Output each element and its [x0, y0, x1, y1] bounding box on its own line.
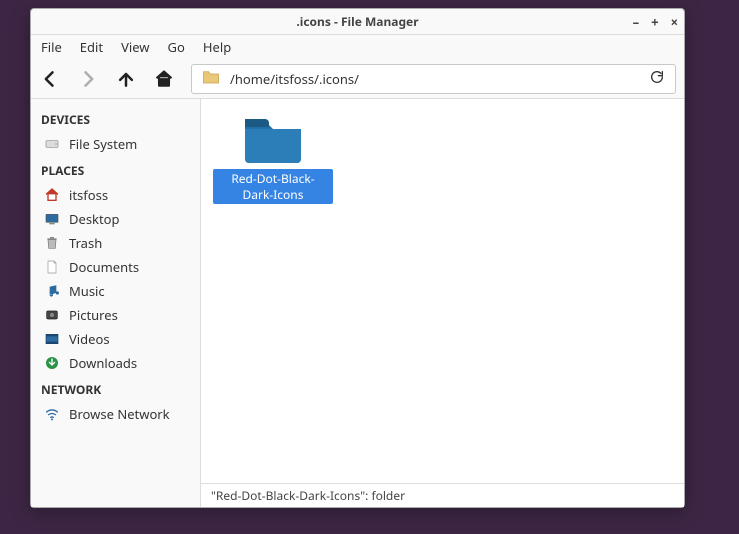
pictures-icon [43, 306, 61, 324]
sidebar: DEVICES File System PLACES itsfoss Deskt… [31, 99, 201, 507]
home-button[interactable] [153, 68, 175, 90]
menu-help[interactable]: Help [203, 38, 231, 56]
menu-go[interactable]: Go [168, 38, 185, 56]
window-title: .icons - File Manager [31, 13, 684, 30]
body: DEVICES File System PLACES itsfoss Deskt… [31, 99, 684, 507]
folder-label: Red-Dot-Black-Dark-Icons [213, 169, 333, 204]
videos-icon [43, 330, 61, 348]
location-path: /home/itsfoss/.icons/ [230, 70, 639, 88]
network-icon [43, 405, 61, 423]
sidebar-item-label: itsfoss [69, 186, 108, 204]
downloads-icon [43, 354, 61, 372]
home-icon [43, 186, 61, 204]
statusbar: "Red-Dot-Black-Dark-Icons": folder [201, 483, 684, 507]
sidebar-item-desktop[interactable]: Desktop [31, 207, 200, 231]
minimize-button[interactable]: – [633, 13, 640, 31]
trash-icon [43, 234, 61, 252]
menubar: File Edit View Go Help [31, 35, 684, 59]
sidebar-item-label: Music [69, 282, 105, 300]
sidebar-item-home[interactable]: itsfoss [31, 183, 200, 207]
status-text: "Red-Dot-Black-Dark-Icons": folder [211, 487, 405, 504]
menu-edit[interactable]: Edit [80, 38, 103, 56]
back-button[interactable] [39, 68, 61, 90]
sidebar-item-filesystem[interactable]: File System [31, 132, 200, 156]
sidebar-item-label: Pictures [69, 306, 118, 324]
sidebar-section-devices: DEVICES [31, 105, 200, 132]
sidebar-item-label: Videos [69, 330, 110, 348]
close-button[interactable]: × [671, 13, 678, 31]
content-pane: Red-Dot-Black-Dark-Icons "Red-Dot-Black-… [201, 99, 684, 507]
window-controls: – + × [633, 9, 678, 34]
sidebar-item-network[interactable]: Browse Network [31, 402, 200, 426]
sidebar-item-label: Documents [69, 258, 139, 276]
maximize-button[interactable]: + [651, 13, 658, 31]
sidebar-item-music[interactable]: Music [31, 279, 200, 303]
parent-button[interactable] [115, 68, 137, 90]
sidebar-section-places: PLACES [31, 156, 200, 183]
sidebar-item-videos[interactable]: Videos [31, 327, 200, 351]
forward-button[interactable] [77, 68, 99, 90]
file-manager-window: .icons - File Manager – + × File Edit Vi… [30, 8, 685, 508]
sidebar-item-label: Browse Network [69, 405, 170, 423]
sidebar-section-network: NETWORK [31, 375, 200, 402]
folder-icon [241, 111, 305, 165]
sidebar-item-label: Trash [69, 234, 102, 252]
folder-icon [202, 68, 220, 90]
icon-view[interactable]: Red-Dot-Black-Dark-Icons [201, 99, 684, 483]
sidebar-item-label: File System [69, 135, 137, 153]
sidebar-item-label: Desktop [69, 210, 120, 228]
sidebar-item-downloads[interactable]: Downloads [31, 351, 200, 375]
sidebar-item-label: Downloads [69, 354, 137, 372]
sidebar-item-documents[interactable]: Documents [31, 255, 200, 279]
drive-icon [43, 135, 61, 153]
desktop-icon [43, 210, 61, 228]
refresh-button[interactable] [649, 69, 665, 89]
document-icon [43, 258, 61, 276]
sidebar-item-trash[interactable]: Trash [31, 231, 200, 255]
folder-item[interactable]: Red-Dot-Black-Dark-Icons [213, 111, 333, 204]
toolbar: /home/itsfoss/.icons/ [31, 59, 684, 99]
music-icon [43, 282, 61, 300]
menu-view[interactable]: View [121, 38, 149, 56]
menu-file[interactable]: File [41, 38, 62, 56]
sidebar-item-pictures[interactable]: Pictures [31, 303, 200, 327]
location-bar[interactable]: /home/itsfoss/.icons/ [191, 64, 676, 94]
titlebar[interactable]: .icons - File Manager – + × [31, 9, 684, 35]
